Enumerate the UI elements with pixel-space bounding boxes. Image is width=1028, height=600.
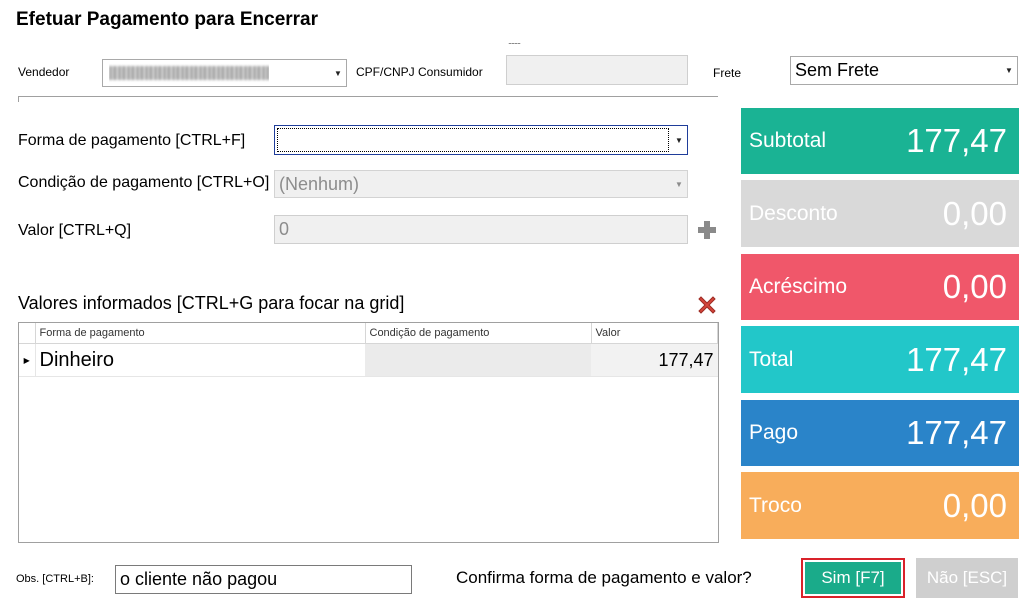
cpf-label: CPF/CNPJ Consumidor [356,65,483,79]
sim-button-label: Sim [F7] [805,562,901,594]
summary-subtotal-label: Subtotal [749,129,827,152]
condicao-pagamento-select[interactable]: (Nenhum) ▼ [274,170,688,198]
chevron-down-icon: ▼ [675,179,683,189]
summary-pago-label: Pago [749,421,799,444]
summary-total-value: 177,47 [906,340,1007,378]
row-valor[interactable]: 177,47 [591,343,718,377]
frete-value: Sem Frete [795,60,880,80]
grid-title: Valores informados [CTRL+G para focar na… [18,293,405,313]
obs-field[interactable]: o cliente não pagou [115,565,412,594]
chevron-down-icon: ▼ [334,68,342,78]
grid-header-valor[interactable]: Valor [591,323,718,344]
sim-button[interactable]: Sim [F7] [801,558,905,598]
forma-pagamento-label: Forma de pagamento [CTRL+F] [18,132,246,149]
vendedor-name-blurred [109,66,269,80]
row-forma[interactable]: Dinheiro [35,343,365,377]
vendedor-select[interactable]: ▼ [102,59,347,87]
frete-select[interactable]: Sem Frete ▼ [790,56,1018,85]
obs-value: o cliente não pagou [120,569,278,589]
summary-troco-label: Troco [749,493,802,517]
valor-label: Valor [CTRL+Q] [18,222,132,239]
x-icon[interactable] [695,293,719,317]
separator [18,96,718,97]
summary-total: Total 177,47 [741,326,1019,393]
forma-pagamento-value [277,128,669,152]
obs-label: Obs. [CTRL+B]: [16,573,94,585]
payments-grid[interactable]: Forma de pagamento Condição de pagamento… [18,322,719,543]
summary-troco: Troco 0,00 [741,472,1019,539]
row-condicao[interactable] [365,343,591,377]
grid-header-row: Forma de pagamento Condição de pagamento… [19,323,718,344]
vendedor-label: Vendedor [18,65,70,79]
summary-desconto: Desconto 0,00 [741,180,1019,247]
row-indicator-icon: ▶ [19,343,36,377]
summary-desconto-value: 0,00 [942,194,1007,232]
grid-header-forma[interactable]: Forma de pagamento [35,323,366,344]
nao-button[interactable]: Não [ESC] [916,558,1018,598]
plus-icon[interactable] [697,220,717,240]
condicao-pagamento-value: (Nenhum) [279,173,360,194]
condicao-pagamento-label: Condição de pagamento [CTRL+O] [18,174,270,191]
grid-header-condicao[interactable]: Condição de pagamento [365,323,592,344]
valor-value: 0 [279,219,290,239]
confirm-text: Confirma forma de pagamento e valor? [456,568,752,587]
summary-acrescimo-value: 0,00 [942,268,1007,305]
grid-header-indicator [19,323,36,344]
chevron-down-icon: ▼ [675,135,683,145]
summary-pago-value: 177,47 [906,414,1007,451]
dialog-title: Efetuar Pagamento para Encerrar [16,9,319,30]
summary-acrescimo-label: Acréscimo [749,275,848,298]
valor-field[interactable]: 0 [274,215,688,244]
forma-pagamento-select[interactable]: ▼ [274,125,688,155]
separator-tick [18,96,19,102]
drag-dots: ........ [508,36,521,46]
summary-total-label: Total [749,347,794,371]
summary-acrescimo: Acréscimo 0,00 [741,254,1019,320]
summary-desconto-label: Desconto [749,201,838,225]
frete-label: Frete [713,66,742,80]
table-row[interactable]: ▶ Dinheiro 177,47 [19,343,718,377]
summary-troco-value: 0,00 [942,486,1007,524]
summary-pago: Pago 177,47 [741,400,1019,466]
summary-subtotal: Subtotal 177,47 [741,108,1019,174]
chevron-down-icon: ▼ [1005,66,1013,75]
summary-subtotal-value: 177,47 [906,122,1007,159]
cpf-field[interactable] [506,55,688,85]
